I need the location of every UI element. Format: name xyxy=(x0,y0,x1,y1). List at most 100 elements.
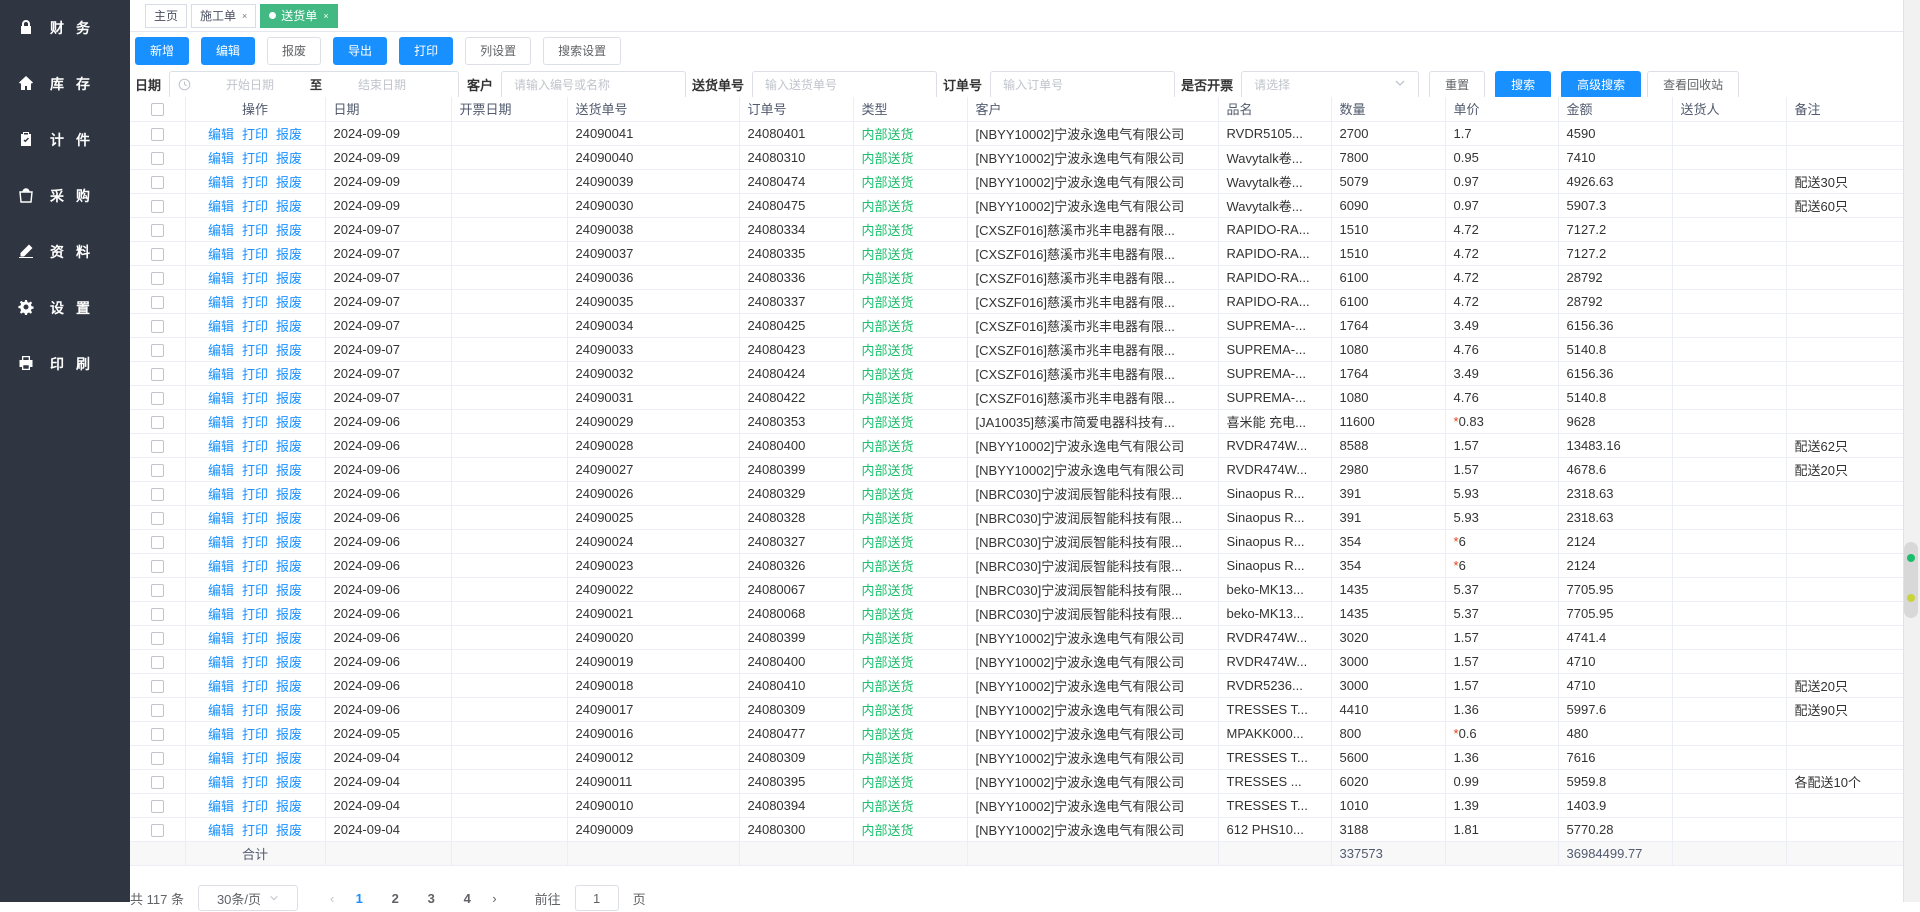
scrap-link[interactable]: 报废 xyxy=(276,607,302,622)
scrap-link[interactable]: 报废 xyxy=(276,367,302,382)
row-checkbox[interactable] xyxy=(150,751,164,765)
column-header[interactable]: 数量 xyxy=(1331,97,1446,122)
table-row[interactable]: 编辑 打印 报废 2024-09-04 24090011 24080395 内部送货 [NBY… xyxy=(130,769,1904,794)
column-header[interactable]: 送货人 xyxy=(1672,97,1787,122)
scrap-link[interactable]: 报废 xyxy=(276,391,302,406)
column-header[interactable]: 送货单号 xyxy=(567,97,740,122)
edit-link[interactable]: 编辑 xyxy=(208,487,234,502)
print-link[interactable]: 打印 xyxy=(242,391,268,406)
scrap-link[interactable]: 报废 xyxy=(276,559,302,574)
print-link[interactable]: 打印 xyxy=(242,631,268,646)
column-header[interactable]: 客户 xyxy=(967,97,1219,122)
edit-link[interactable]: 编辑 xyxy=(208,223,234,238)
table-row[interactable]: 编辑 打印 报废 2024-09-06 24090023 24080326 内部送货 [NBR… xyxy=(130,553,1904,578)
print-link[interactable]: 打印 xyxy=(242,703,268,718)
page-number[interactable]: 2 xyxy=(384,891,406,906)
table-row[interactable]: 编辑 打印 报废 2024-09-06 24090019 24080400 内部送货 [NBY… xyxy=(130,649,1904,674)
print-link[interactable]: 打印 xyxy=(242,175,268,190)
table-row[interactable]: 编辑 打印 报废 2024-09-06 24090028 24080400 内部送货 [NBY… xyxy=(130,433,1904,458)
table-row[interactable]: 编辑 打印 报废 2024-09-06 24090021 24080068 内部送货 [NBR… xyxy=(130,601,1904,626)
next-page-icon[interactable]: › xyxy=(492,891,496,906)
row-checkbox[interactable] xyxy=(150,271,164,285)
page-size-select[interactable]: 30条/页 xyxy=(197,885,298,911)
edit-link[interactable]: 编辑 xyxy=(208,295,234,310)
edit-link[interactable]: 编辑 xyxy=(208,463,234,478)
print-link[interactable]: 打印 xyxy=(242,511,268,526)
edit-link[interactable]: 编辑 xyxy=(208,199,234,214)
close-icon[interactable]: × xyxy=(323,11,328,21)
edit-link[interactable]: 编辑 xyxy=(208,319,234,334)
sidebar-item-2[interactable]: 计件 xyxy=(0,112,130,168)
edit-link[interactable]: 编辑 xyxy=(208,799,234,814)
table-row[interactable]: 编辑 打印 报废 2024-09-07 24090033 24080423 内部送货 [CXS… xyxy=(130,337,1904,362)
row-checkbox[interactable] xyxy=(150,391,164,405)
column-header[interactable]: 日期 xyxy=(325,97,452,122)
edit-link[interactable]: 编辑 xyxy=(208,415,234,430)
row-checkbox[interactable] xyxy=(150,511,164,525)
print-link[interactable]: 打印 xyxy=(242,751,268,766)
row-checkbox[interactable] xyxy=(150,679,164,693)
scrap-link[interactable]: 报废 xyxy=(276,823,302,838)
table-row[interactable]: 编辑 打印 报废 2024-09-09 24090039 24080474 内部送货 [NBY… xyxy=(130,169,1904,194)
table-row[interactable]: 编辑 打印 报废 2024-09-06 24090022 24080067 内部送货 [NBR… xyxy=(130,577,1904,602)
page-scrollbar[interactable] xyxy=(1903,0,1920,902)
row-checkbox[interactable] xyxy=(150,703,164,717)
scrap-link[interactable]: 报废 xyxy=(276,151,302,166)
reset-button[interactable]: 重置 xyxy=(1429,70,1486,99)
column-header[interactable]: 开票日期 xyxy=(451,97,568,122)
print-link[interactable]: 打印 xyxy=(242,679,268,694)
print-link[interactable]: 打印 xyxy=(242,775,268,790)
print-link[interactable]: 打印 xyxy=(242,223,268,238)
edit-link[interactable]: 编辑 xyxy=(208,751,234,766)
row-checkbox[interactable] xyxy=(150,415,164,429)
print-link[interactable]: 打印 xyxy=(242,535,268,550)
print-link[interactable]: 打印 xyxy=(242,463,268,478)
row-checkbox[interactable] xyxy=(150,463,164,477)
edit-link[interactable]: 编辑 xyxy=(208,151,234,166)
edit-link[interactable]: 编辑 xyxy=(208,559,234,574)
edit-link[interactable]: 编辑 xyxy=(208,271,234,286)
add-button[interactable]: 新增 xyxy=(135,36,190,65)
edit-link[interactable]: 编辑 xyxy=(208,511,234,526)
row-checkbox[interactable] xyxy=(150,343,164,357)
table-row[interactable]: 编辑 打印 报废 2024-09-07 24090035 24080337 内部送货 [CXS… xyxy=(130,289,1904,314)
scrap-link[interactable]: 报废 xyxy=(276,631,302,646)
prev-page-icon[interactable]: ‹ xyxy=(330,891,334,906)
row-checkbox[interactable] xyxy=(150,559,164,573)
print-link[interactable]: 打印 xyxy=(242,271,268,286)
recycle-bin-button[interactable]: 查看回收站 xyxy=(1647,70,1740,99)
print-link[interactable]: 打印 xyxy=(242,559,268,574)
tab-1[interactable]: 施工单 × xyxy=(191,3,257,28)
scrap-link[interactable]: 报废 xyxy=(276,511,302,526)
edit-link[interactable]: 编辑 xyxy=(208,127,234,142)
scrap-link[interactable]: 报废 xyxy=(276,247,302,262)
edit-link[interactable]: 编辑 xyxy=(208,607,234,622)
edit-link[interactable]: 编辑 xyxy=(208,727,234,742)
table-row[interactable]: 编辑 打印 报废 2024-09-09 24090041 24080401 内部送货 [NBY… xyxy=(130,121,1904,146)
column-header[interactable]: 操作 xyxy=(185,97,326,122)
column-header[interactable]: 金额 xyxy=(1558,97,1673,122)
scrap-link[interactable]: 报废 xyxy=(276,415,302,430)
table-row[interactable]: 编辑 打印 报废 2024-09-04 24090010 24080394 内部送货 [NBY… xyxy=(130,793,1904,818)
sidebar-item-4[interactable]: 资料 xyxy=(0,224,130,280)
column-header[interactable]: 订单号 xyxy=(739,97,854,122)
advanced-search-button[interactable]: 高级搜索 xyxy=(1561,70,1642,99)
scrap-link[interactable]: 报废 xyxy=(276,487,302,502)
print-link[interactable]: 打印 xyxy=(242,823,268,838)
print-link[interactable]: 打印 xyxy=(242,127,268,142)
edit-link[interactable]: 编辑 xyxy=(208,679,234,694)
floating-widget[interactable] xyxy=(1904,542,1918,618)
date-range-picker[interactable]: 开始日期 至 结束日期 xyxy=(169,70,460,99)
table-row[interactable]: 编辑 打印 报废 2024-09-04 24090009 24080300 内部送货 [NBY… xyxy=(130,817,1904,842)
print-link[interactable]: 打印 xyxy=(242,367,268,382)
row-checkbox[interactable] xyxy=(150,631,164,645)
print-link[interactable]: 打印 xyxy=(242,319,268,334)
sidebar-item-5[interactable]: 设置 xyxy=(0,280,130,336)
row-checkbox[interactable] xyxy=(150,223,164,237)
sidebar-item-6[interactable]: 印刷 xyxy=(0,336,130,392)
column-settings-button[interactable]: 列设置 xyxy=(465,36,532,65)
row-checkbox[interactable] xyxy=(150,655,164,669)
scrap-link[interactable]: 报废 xyxy=(276,439,302,454)
scrap-link[interactable]: 报废 xyxy=(276,199,302,214)
table-row[interactable]: 编辑 打印 报废 2024-09-06 24090025 24080328 内部送货 [NBR… xyxy=(130,505,1904,530)
